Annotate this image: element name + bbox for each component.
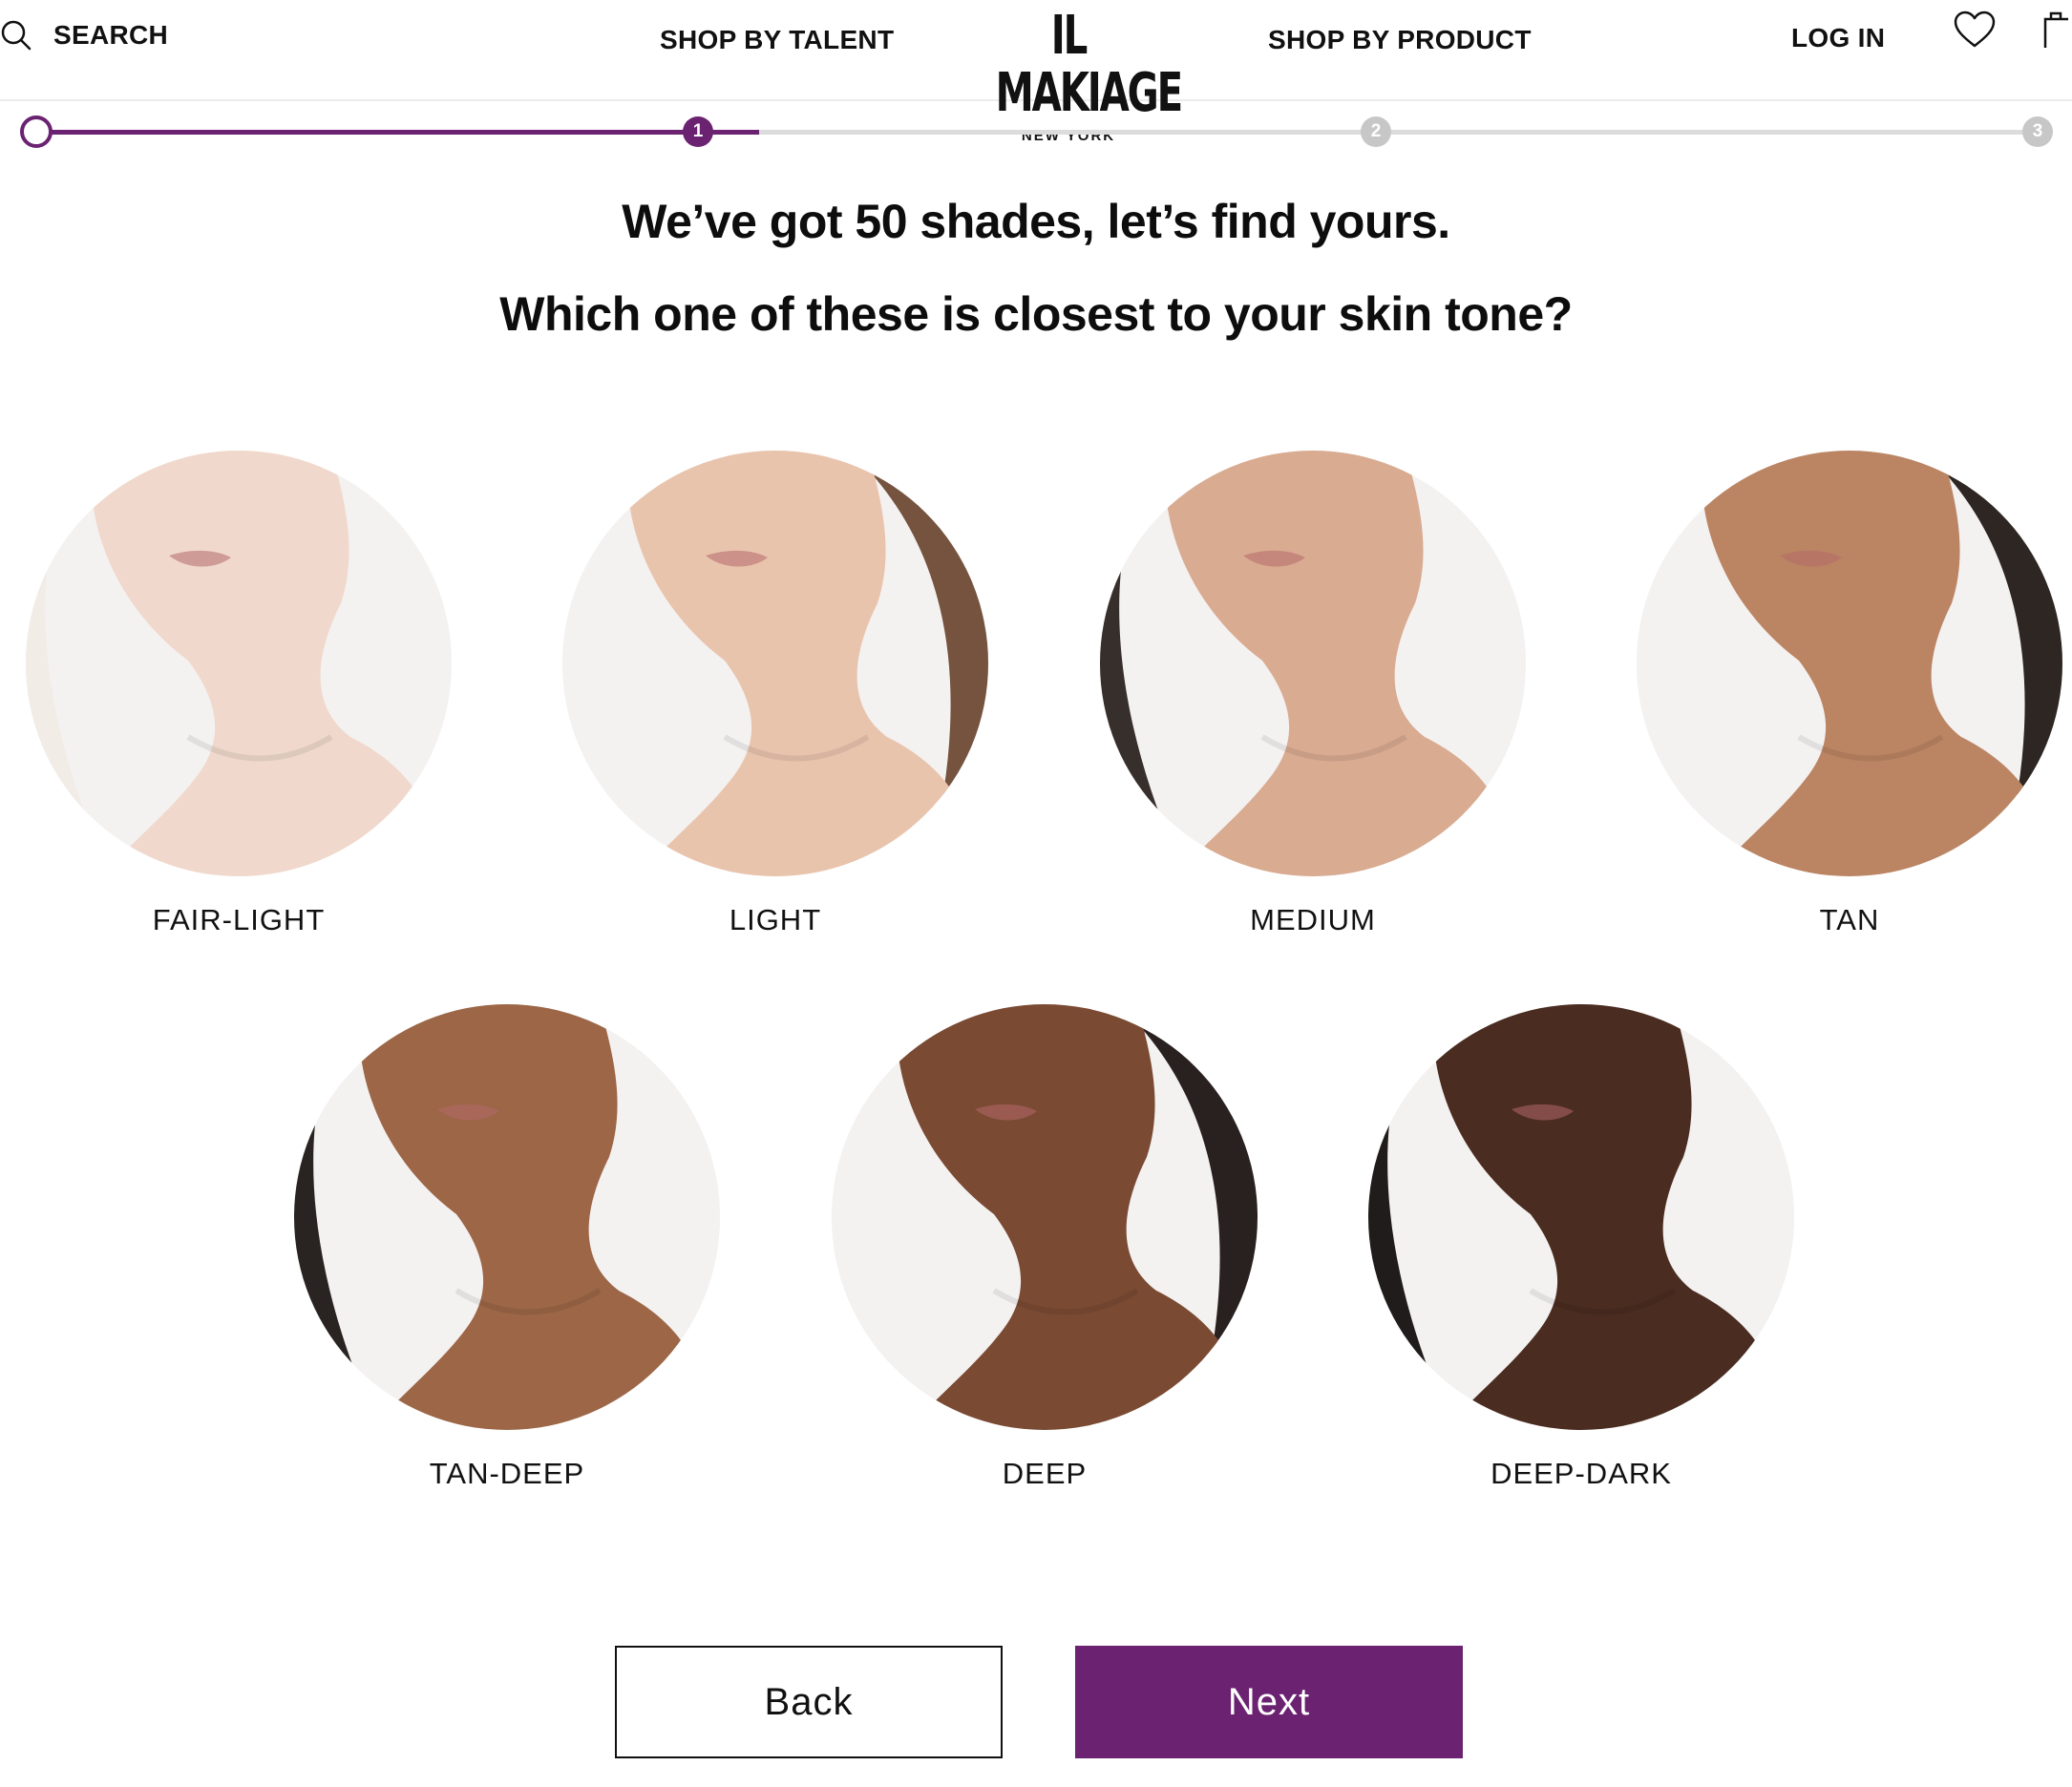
progress-step-3: 3 [2022, 116, 2053, 147]
search-link[interactable]: SEARCH [0, 19, 168, 52]
skin-tone-portrait [1368, 1004, 1794, 1430]
site-header: SEARCH SHOP BY TALENT IL MAKIAGE NEW YOR… [0, 0, 2072, 144]
skin-tone-portrait [832, 1004, 1258, 1430]
heart-icon[interactable] [1953, 10, 1997, 50]
back-button[interactable]: Back [615, 1646, 1003, 1758]
skin-tone-option-deep[interactable]: DEEP [830, 1004, 1259, 1491]
bag-icon[interactable] [2041, 10, 2072, 52]
skin-tone-label: TAN [1819, 903, 1880, 936]
progress-step-1: 1 [683, 116, 713, 147]
skin-tone-label: DEEP-DARK [1491, 1457, 1672, 1490]
progress-start-marker [20, 116, 53, 148]
logo-wordmark: IL MAKIAGE [995, 5, 1183, 124]
progress-fill [38, 130, 759, 135]
login-link[interactable]: LOG IN [1791, 23, 1885, 53]
skin-tone-portrait [1100, 451, 1526, 876]
progress-step-2: 2 [1361, 116, 1391, 147]
skin-tone-label: FAIR-LIGHT [152, 903, 326, 936]
search-label: SEARCH [53, 20, 169, 50]
skin-tone-option-tan[interactable]: TAN [1635, 451, 2064, 937]
skin-tone-option-medium[interactable]: MEDIUM [1098, 451, 1528, 937]
nav-shop-by-product[interactable]: SHOP BY PRODUCT [1268, 25, 1532, 55]
skin-tone-option-fair-light[interactable]: FAIR-LIGHT [24, 451, 454, 937]
search-icon [1, 20, 32, 51]
nav-shop-by-talent[interactable]: SHOP BY TALENT [660, 25, 894, 55]
skin-tone-option-deep-dark[interactable]: DEEP-DARK [1366, 1004, 1796, 1491]
skin-tone-portrait [294, 1004, 720, 1430]
skin-tone-label: DEEP [1002, 1457, 1088, 1490]
quiz-headline: We’ve got 50 shades, let’s find yours. [622, 195, 1450, 248]
quiz-progress-bar: 1 2 3 [0, 113, 2072, 151]
quiz-question: Which one of these is closest to your sk… [499, 287, 1573, 341]
next-button[interactable]: Next [1075, 1646, 1463, 1758]
skin-tone-portrait [26, 451, 452, 876]
skin-tone-portrait [562, 451, 988, 876]
skin-tone-label: MEDIUM [1250, 903, 1376, 936]
skin-tone-label: TAN-DEEP [429, 1457, 585, 1490]
skin-tone-option-tan-deep[interactable]: TAN-DEEP [292, 1004, 722, 1491]
skin-tone-label: LIGHT [729, 903, 822, 936]
skin-tone-option-light[interactable]: LIGHT [560, 451, 990, 937]
skin-tone-portrait [1637, 451, 2062, 876]
